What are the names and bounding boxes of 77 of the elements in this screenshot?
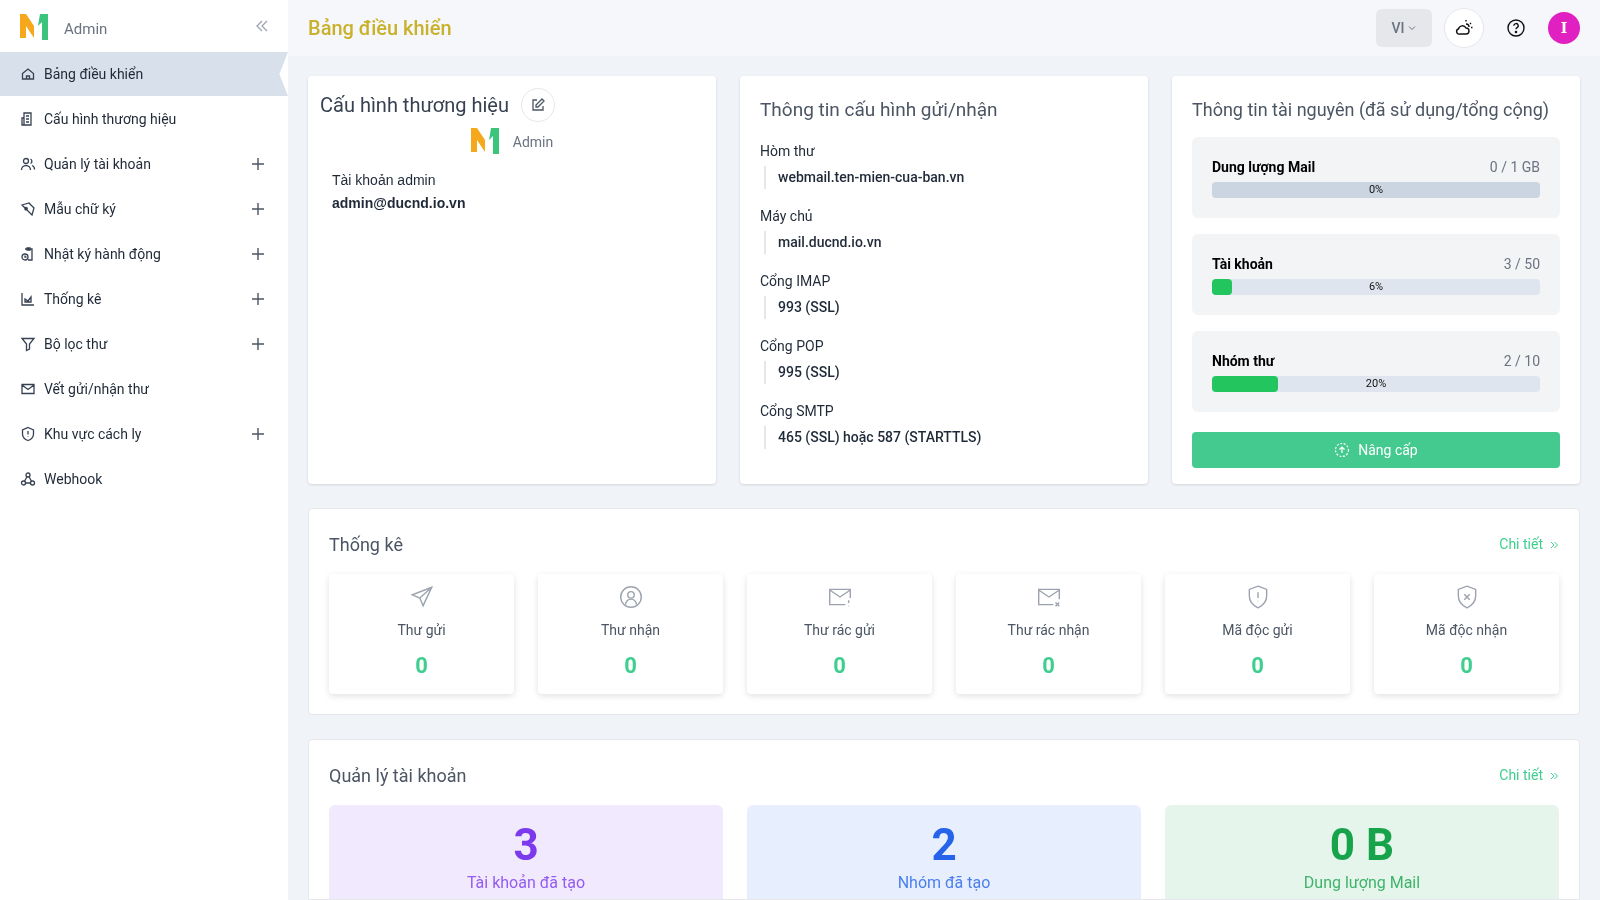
nav-item[interactable]: Bảng điều khiển — [0, 52, 288, 96]
summary-value: 3 — [513, 819, 539, 871]
card-title: Thông tin tài nguyên (đã sử dụng/tổng cộng) — [1192, 98, 1551, 122]
users-icon — [20, 156, 36, 172]
clipboard-icon — [20, 246, 36, 262]
resource-name: Tài khoản — [1212, 255, 1273, 274]
stat-value: 0 — [1460, 652, 1473, 680]
weather-icon — [1454, 18, 1474, 38]
stat-label: Mã độc nhận — [1425, 621, 1508, 640]
page-title: Bảng điều khiển — [308, 15, 452, 42]
theme-button[interactable] — [1444, 8, 1484, 48]
field-label: Máy chủ — [760, 206, 814, 226]
edit-icon — [530, 97, 546, 113]
field-label: Tài khoản admin — [332, 171, 437, 190]
chart-icon — [20, 291, 36, 307]
summary-label: Dung lượng Mail — [1303, 872, 1421, 894]
card-title: Cấu hình thương hiệu — [320, 92, 509, 119]
field-label: Hòm thư — [760, 141, 816, 161]
nav-item[interactable]: Cấu hình thương hiệu — [0, 97, 288, 141]
summary-label: Tài khoản đã tạo — [466, 872, 586, 894]
stat-value: 0 — [1042, 652, 1055, 680]
upload-icon — [1334, 442, 1351, 458]
shield-icon — [20, 426, 36, 442]
section-title: Thống kê — [329, 533, 403, 557]
card-title: Thông tin cấu hình gửi/nhận — [760, 97, 999, 123]
stat-value: 0 — [624, 652, 637, 680]
summary-value: 0 B — [1329, 819, 1395, 871]
nav-item[interactable]: Mẫu chữ ký — [0, 187, 288, 231]
caret-icon — [1406, 23, 1417, 33]
section-title: Quản lý tài khoản — [329, 764, 467, 788]
stat-label: Thư rác gửi — [804, 621, 875, 640]
user-circle-icon — [617, 584, 644, 610]
progress-percent: 20% — [1364, 376, 1388, 392]
nav-item[interactable]: Bộ lọc thư — [0, 322, 288, 366]
summary-label: Nhóm đã tạo — [897, 872, 991, 894]
progress-percent: 6% — [1367, 279, 1385, 295]
resource-usage: 0 / 1 GB — [1489, 158, 1540, 177]
nav-item[interactable]: Khu vực cách ly — [0, 412, 288, 456]
chevrons-right-icon — [1549, 770, 1559, 781]
stat-label: Thư gửi — [397, 621, 446, 640]
stat-label: Thư nhận — [601, 621, 660, 640]
nav-item[interactable]: Quản lý tài khoản — [0, 142, 288, 186]
field-label: Cổng POP — [760, 336, 825, 356]
field-value: admin@ducnd.io.vn — [332, 194, 467, 213]
stat-value: 0 — [833, 652, 846, 680]
webhook-icon — [20, 471, 36, 487]
nav-item[interactable]: Thống kê — [0, 277, 288, 321]
resource-usage: 2 / 10 — [1503, 352, 1540, 371]
logo-text: Admin — [64, 18, 108, 40]
field-label: Cổng IMAP — [760, 271, 832, 291]
nav-item[interactable]: Nhật ký hành động — [0, 232, 288, 276]
field-value: webmail.ten-mien-cua-ban.vn — [764, 165, 1128, 189]
pen-icon — [20, 201, 36, 217]
stat-label: Thư rác nhận — [1007, 621, 1090, 640]
home-icon — [20, 66, 36, 82]
stat-label: Mã độc gửi — [1222, 621, 1293, 640]
chevrons-right-icon — [1549, 539, 1559, 550]
user-avatar[interactable]: I — [1548, 12, 1580, 44]
resource-name: Dung lượng Mail — [1212, 158, 1316, 177]
field-value: 993 (SSL) — [764, 295, 1128, 319]
mail-icon — [20, 381, 36, 397]
language-select[interactable]: VI — [1376, 9, 1432, 47]
help-icon — [1506, 18, 1526, 38]
stat-value: 0 — [415, 652, 428, 680]
field-value: 995 (SSL) — [764, 360, 1128, 384]
field-value: 465 (SSL) hoặc 587 (STARTTLS) — [764, 425, 1128, 449]
field-value: mail.ducnd.io.vn — [764, 230, 1128, 254]
nav-item[interactable]: Webhook — [0, 457, 288, 501]
nav-item[interactable]: Vết gửi/nhận thư — [0, 367, 288, 411]
field-label: Cổng SMTP — [760, 401, 835, 421]
filter-icon — [20, 336, 36, 352]
logo-text: Admin — [512, 132, 554, 152]
progress-percent: 0% — [1367, 182, 1385, 198]
resource-usage: 3 / 50 — [1503, 255, 1540, 274]
resource-name: Nhóm thư — [1212, 352, 1275, 371]
stat-value: 0 — [1251, 652, 1264, 680]
summary-value: 2 — [931, 819, 957, 871]
